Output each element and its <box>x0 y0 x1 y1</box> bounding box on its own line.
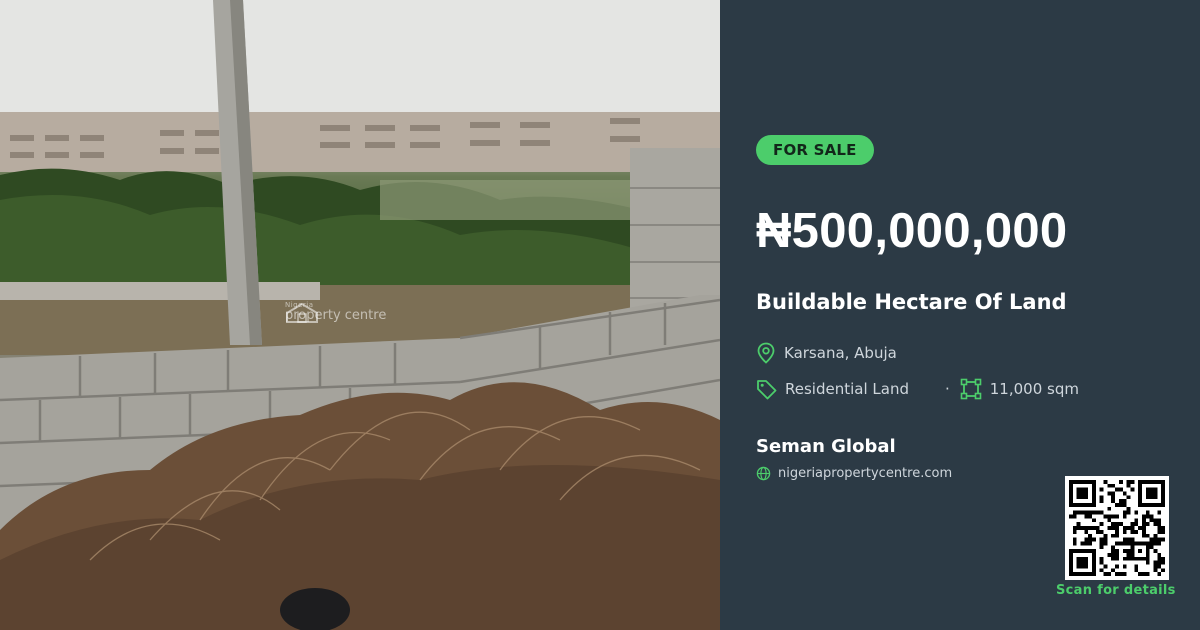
property-size-text: 11,000 sqm <box>989 380 1079 398</box>
watermark-logo: Nigeria property centre <box>285 302 386 323</box>
property-type-text: Residential Land <box>785 380 909 398</box>
listing-info-panel: FOR SALE ₦500,000,000 Buildable Hectare … <box>720 0 1200 630</box>
map-pin-icon <box>757 342 775 364</box>
location-row: Karsana, Abuja <box>756 342 897 364</box>
qr-caption: Scan for details <box>1056 583 1176 598</box>
tag-icon <box>757 379 777 399</box>
globe-icon <box>756 466 771 481</box>
qr-code-image <box>1069 480 1165 576</box>
house-icon <box>286 302 318 323</box>
website-link[interactable]: nigeriapropertycentre.com <box>778 466 952 481</box>
area-icon <box>960 378 982 400</box>
qr-code[interactable] <box>1065 476 1169 580</box>
website-row[interactable]: nigeriapropertycentre.com <box>756 466 952 481</box>
listing-title: Buildable Hectare Of Land <box>756 290 1067 314</box>
details-separator: · <box>944 380 950 398</box>
location-text: Karsana, Abuja <box>784 344 897 362</box>
listing-price: ₦500,000,000 <box>756 204 1068 258</box>
agent-name: Seman Global <box>756 436 896 457</box>
listing-photo: Nigeria property centre <box>0 0 720 630</box>
status-badge: FOR SALE <box>756 135 874 165</box>
details-row: Residential Land · 11,000 sqm <box>756 378 1079 400</box>
